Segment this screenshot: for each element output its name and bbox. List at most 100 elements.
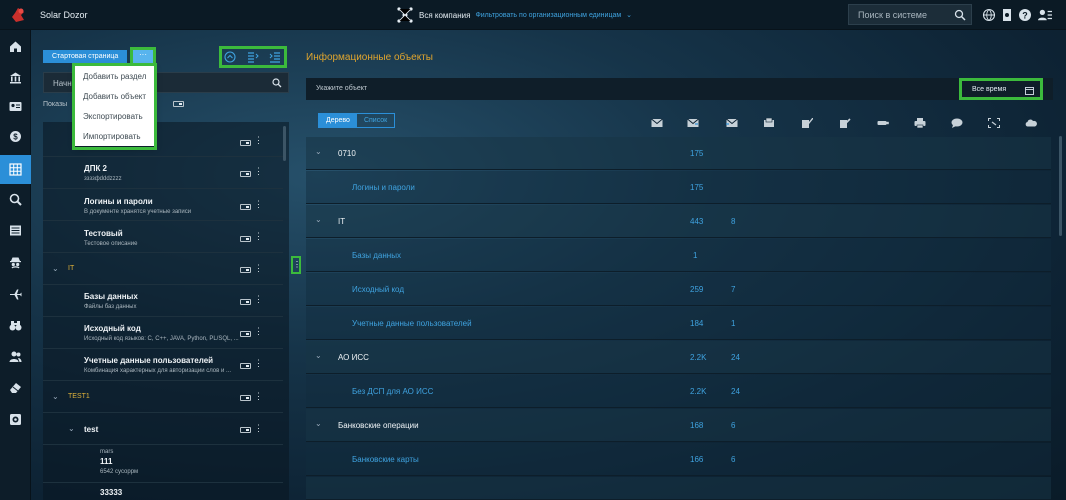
item-menu-icon[interactable]: ⋮ — [254, 327, 263, 336]
nav-list[interactable] — [0, 216, 31, 245]
table-row[interactable]: Учетные данные пользователей 184 1 — [306, 307, 1051, 340]
table-row[interactable]: ⌄ IT 443 8 — [306, 205, 1051, 238]
nav-travel[interactable] — [0, 280, 31, 309]
period-selector[interactable]: Все время — [959, 78, 1043, 100]
chevron-down-icon[interactable]: ⌄ — [52, 392, 59, 401]
section-search-input[interactable]: Начн — [53, 79, 72, 88]
row-value-2[interactable]: 6 — [731, 421, 735, 430]
object-input[interactable]: Укажите объект — [316, 85, 367, 92]
visibility-toggle[interactable] — [240, 299, 251, 305]
visibility-toggle[interactable] — [240, 171, 251, 177]
doc-check-icon[interactable] — [801, 118, 813, 128]
help-icon[interactable]: ? — [1018, 8, 1032, 22]
row-value-1[interactable]: 175 — [690, 183, 703, 192]
row-value-1[interactable]: 184 — [690, 319, 703, 328]
search-icon[interactable] — [272, 78, 282, 88]
search-icon[interactable] — [954, 9, 966, 21]
usb-icon[interactable] — [877, 118, 889, 128]
chevron-down-icon[interactable]: ⌄ — [315, 215, 322, 224]
row-value-1[interactable]: 168 — [690, 421, 703, 430]
tab-list[interactable]: Список — [357, 114, 394, 127]
item-menu-icon[interactable]: ⋮ — [254, 295, 263, 304]
user-settings-icon[interactable] — [1038, 8, 1052, 22]
row-value-1[interactable]: 2.2K — [690, 387, 706, 396]
table-row[interactable]: ⌄ Банковские операции 168 6 — [306, 409, 1051, 442]
table-row[interactable]: Логины и пароли 175 — [306, 171, 1051, 204]
chat-icon[interactable] — [951, 118, 963, 128]
item-menu-icon[interactable]: ⋮ — [254, 392, 263, 401]
row-value-1[interactable]: 175 — [690, 149, 703, 158]
row-value-2[interactable]: 8 — [731, 217, 735, 226]
visibility-toggle[interactable] — [240, 236, 251, 242]
visibility-toggle[interactable] — [240, 395, 251, 401]
mail-icon[interactable] — [651, 118, 663, 128]
row-value-2[interactable]: 1 — [731, 319, 735, 328]
mail-in-icon[interactable] — [726, 118, 738, 128]
company-filter-link[interactable]: Фильтровать по организационным единицам — [475, 12, 621, 19]
chevron-down-icon[interactable]: ⌄ — [315, 147, 322, 156]
list-expand-icon[interactable] — [247, 51, 259, 63]
table-row[interactable] — [306, 477, 1051, 500]
tree-group[interactable]: ⌄ TEST1 ⋮ — [43, 381, 283, 413]
nav-spy[interactable] — [0, 248, 31, 277]
nav-finance[interactable]: $ — [0, 122, 31, 151]
cloud-icon[interactable] — [1025, 118, 1037, 128]
visibility-toggle[interactable] — [240, 140, 251, 146]
row-value-1[interactable]: 166 — [690, 455, 703, 464]
mail-box-icon[interactable] — [763, 118, 775, 128]
nav-users[interactable] — [0, 342, 31, 371]
nav-home[interactable] — [0, 32, 31, 61]
nav-grid[interactable] — [0, 155, 31, 184]
visibility-toggle[interactable] — [240, 427, 251, 433]
row-value-2[interactable]: 7 — [731, 285, 735, 294]
table-scrollbar[interactable] — [1059, 136, 1062, 236]
tab-tree[interactable]: Дерево — [319, 114, 357, 127]
tree-item[interactable]: ДПК 2 ззззфdddzzzz ⋮ — [43, 157, 283, 189]
tree-item[interactable]: Базы данных Файлы баз данных ⋮ — [43, 285, 283, 317]
calendar-icon[interactable] — [1025, 86, 1034, 95]
table-row[interactable]: Без ДСП для АО ИСС 2.2K 24 — [306, 375, 1051, 408]
row-value-2[interactable]: 24 — [731, 353, 740, 362]
printer-icon[interactable] — [914, 118, 926, 128]
nav-search[interactable] — [0, 185, 31, 214]
table-row[interactable]: Исходный код 259 7 — [306, 273, 1051, 306]
row-value-2[interactable]: 24 — [731, 387, 740, 396]
nav-eraser[interactable] — [0, 373, 31, 402]
chevron-down-icon[interactable]: ⌄ — [315, 351, 322, 360]
document-gear-icon[interactable] — [1000, 8, 1014, 22]
item-menu-icon[interactable]: ⋮ — [254, 424, 263, 433]
row-label[interactable]: Учетные данные пользователей — [352, 319, 472, 328]
chevron-down-icon[interactable]: ⌄ — [68, 424, 75, 433]
item-menu-icon[interactable]: ⋮ — [254, 359, 263, 368]
tree-group[interactable]: ⌄ IT ⋮ — [43, 253, 283, 285]
more-button[interactable]: ··· — [133, 50, 153, 63]
tree-item[interactable]: mars 111 6542 сусоррм — [43, 445, 283, 483]
visibility-toggle[interactable] — [240, 363, 251, 369]
start-page-button[interactable]: Стартовая страница — [43, 50, 128, 63]
tree-subgroup[interactable]: ⌄ test ⋮ — [43, 413, 283, 445]
table-row[interactable]: ⌄ 0710 175 — [306, 137, 1051, 170]
collapse-all-icon[interactable] — [224, 51, 236, 63]
visibility-toggle[interactable] — [240, 204, 251, 210]
tree-item[interactable]: Тестовый Тестовое описание ⋮ — [43, 221, 283, 253]
chevron-down-icon[interactable]: ⌄ — [315, 419, 322, 428]
doc-edit-icon[interactable] — [839, 118, 851, 128]
item-menu-icon[interactable]: ⋮ — [254, 167, 263, 176]
object-selector[interactable]: Укажите объект — [306, 78, 1053, 100]
show-toggle[interactable] — [173, 101, 184, 107]
row-value-1[interactable]: 2.2K — [690, 353, 706, 362]
system-search-input[interactable]: Поиск в системе — [858, 10, 927, 20]
company-selector[interactable]: Вся компания Фильтровать по организацион… — [396, 6, 632, 24]
nav-id-card[interactable] — [0, 92, 31, 121]
nav-settings[interactable] — [0, 405, 31, 434]
table-row[interactable]: ⌄ АО ИСС 2.2K 24 — [306, 341, 1051, 374]
row-label[interactable]: Базы данных — [352, 251, 401, 260]
row-label[interactable]: Банковские карты — [352, 455, 419, 464]
nav-bank[interactable] — [0, 63, 31, 92]
row-label[interactable]: Без ДСП для АО ИСС — [352, 387, 433, 396]
row-value-1[interactable]: 1 — [693, 251, 697, 260]
system-search[interactable]: Поиск в системе — [848, 4, 972, 25]
row-value-1[interactable]: 443 — [690, 217, 703, 226]
item-menu-icon[interactable]: ⋮ — [254, 136, 263, 145]
row-value-1[interactable]: 259 — [690, 285, 703, 294]
